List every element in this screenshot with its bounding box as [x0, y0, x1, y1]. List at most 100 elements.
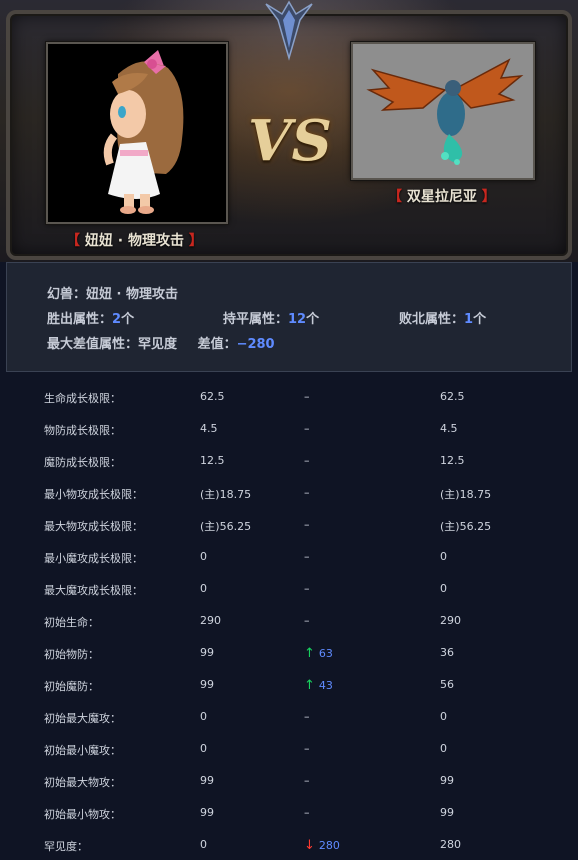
right-value: 290 — [440, 614, 461, 627]
difference: – — [304, 806, 310, 819]
table-row: 最大物攻成长极限： (主)56.25 – (主)56.25 — [0, 508, 578, 540]
left-value: 0 — [200, 550, 207, 563]
right-value: 36 — [440, 646, 454, 659]
diff-value: −280 — [236, 337, 275, 352]
difference: – — [304, 486, 310, 499]
right-value: (主)56.25 — [440, 520, 492, 533]
difference-value: 280 — [318, 839, 340, 852]
summary-maxdiff-line: 最大差值属性：罕见度 差值：−280 — [47, 337, 275, 352]
attribute-label: 最小魔攻成长极限： — [44, 552, 143, 565]
right-value: 280 — [440, 838, 461, 851]
left-value: (主)18.75 — [200, 488, 252, 501]
left-value: 99 — [200, 774, 214, 787]
left-value: 4.5 — [200, 422, 218, 435]
right-value: (主)18.75 — [440, 488, 492, 501]
lose-count: 1 — [464, 312, 474, 327]
difference: – — [304, 614, 310, 627]
left-pet-name-text: 妞妞 · 物理攻击 — [84, 233, 184, 249]
table-row: 最小物攻成长极限： (主)18.75 – (主)18.75 — [0, 476, 578, 508]
difference: ↑ 43 — [304, 678, 333, 693]
difference: – — [304, 550, 310, 563]
table-row: 初始生命： 290 – 290 — [0, 604, 578, 636]
difference: ↑ 63 — [304, 646, 333, 661]
table-row: 罕见度： 0 ↓ 280 280 — [0, 828, 578, 860]
attribute-label: 最大魔攻成长极限： — [44, 584, 143, 597]
difference: – — [304, 582, 310, 595]
difference: ↓ 280 — [304, 838, 340, 853]
difference: – — [304, 710, 310, 723]
table-row: 魔防成长极限： 12.5 – 12.5 — [0, 444, 578, 476]
comparison-summary: 幻兽：妞妞 · 物理攻击 胜出属性：2个 持平属性：12个 败北属性：1个 最大… — [6, 262, 572, 372]
attribute-label: 初始最小物攻： — [44, 808, 121, 821]
table-row: 初始最大魔攻： 0 – 0 — [0, 700, 578, 732]
tie-count: 12 — [288, 312, 307, 327]
summary-tie-line: 持平属性：12个 — [223, 312, 320, 327]
attribute-label: 物防成长极限： — [44, 424, 121, 437]
right-value: 0 — [440, 582, 447, 595]
girl-character-icon — [103, 50, 184, 214]
attribute-label: 罕见度： — [44, 840, 88, 853]
crest-emblem-icon — [265, 0, 313, 61]
right-value: 56 — [440, 678, 454, 691]
left-value: (主)56.25 — [200, 520, 252, 533]
summary-pet-name: 妞妞 · 物理攻击 — [86, 287, 179, 302]
maxdiff-attribute: 罕见度 — [138, 337, 178, 352]
right-value: 12.5 — [440, 454, 465, 467]
right-value: 4.5 — [440, 422, 458, 435]
right-value: 99 — [440, 806, 454, 819]
table-row: 初始物防： 99 ↑ 63 36 — [0, 636, 578, 668]
difference: – — [304, 742, 310, 755]
left-pet-portrait — [46, 42, 228, 224]
comparison-banner: 【 妞妞 · 物理攻击 】 VS 【 双星拉尼亚 】 — [0, 0, 578, 262]
attribute-label: 生命成长极限： — [44, 392, 121, 405]
win-count: 2 — [112, 312, 122, 327]
left-value: 0 — [200, 710, 207, 723]
attribute-label: 初始物防： — [44, 648, 99, 661]
summary-lose-line: 败北属性：1个 — [399, 312, 487, 327]
table-row: 初始魔防： 99 ↑ 43 56 — [0, 668, 578, 700]
attribute-label: 初始魔防： — [44, 680, 99, 693]
right-value: 0 — [440, 742, 447, 755]
left-value: 290 — [200, 614, 221, 627]
right-value: 99 — [440, 774, 454, 787]
table-row: 最小魔攻成长极限： 0 – 0 — [0, 540, 578, 572]
summary-pet-line: 幻兽：妞妞 · 物理攻击 — [47, 287, 179, 302]
dragon-creature-icon — [366, 58, 524, 165]
difference: – — [304, 390, 310, 403]
right-pet-name: 【 双星拉尼亚 】 — [388, 189, 496, 205]
right-pet-name-text: 双星拉尼亚 — [406, 189, 477, 205]
left-value: 0 — [200, 582, 207, 595]
left-value: 62.5 — [200, 390, 225, 403]
right-value: 62.5 — [440, 390, 465, 403]
attribute-label: 最大物攻成长极限： — [44, 520, 143, 533]
table-row: 初始最大物攻： 99 – 99 — [0, 764, 578, 796]
attribute-label: 初始生命： — [44, 616, 99, 629]
left-pet-name: 【 妞妞 · 物理攻击 】 — [66, 233, 203, 249]
right-value: 0 — [440, 710, 447, 723]
left-value: 99 — [200, 646, 214, 659]
attribute-label: 魔防成长极限： — [44, 456, 121, 469]
arrow-up-icon: ↑ — [304, 646, 315, 661]
left-value: 99 — [200, 678, 214, 691]
attribute-label: 初始最小魔攻： — [44, 744, 121, 757]
arrow-up-icon: ↑ — [304, 678, 315, 693]
table-row: 初始最小魔攻： 0 – 0 — [0, 732, 578, 764]
attribute-label: 初始最大物攻： — [44, 776, 121, 789]
table-row: 生命成长极限： 62.5 – 62.5 — [0, 380, 578, 412]
left-value: 0 — [200, 742, 207, 755]
difference: – — [304, 518, 310, 531]
difference: – — [304, 454, 310, 467]
right-value: 0 — [440, 550, 447, 563]
difference-value: 63 — [318, 647, 333, 660]
difference: – — [304, 774, 310, 787]
vs-label: VS — [248, 108, 332, 174]
summary-win-line: 胜出属性：2个 — [47, 312, 135, 327]
attribute-label: 最小物攻成长极限： — [44, 488, 143, 501]
difference: – — [304, 422, 310, 435]
right-pet-portrait — [351, 42, 535, 180]
left-value: 0 — [200, 838, 207, 851]
arrow-down-icon: ↓ — [304, 838, 315, 853]
table-row: 最大魔攻成长极限： 0 – 0 — [0, 572, 578, 604]
table-row: 初始最小物攻： 99 – 99 — [0, 796, 578, 828]
left-value: 12.5 — [200, 454, 225, 467]
